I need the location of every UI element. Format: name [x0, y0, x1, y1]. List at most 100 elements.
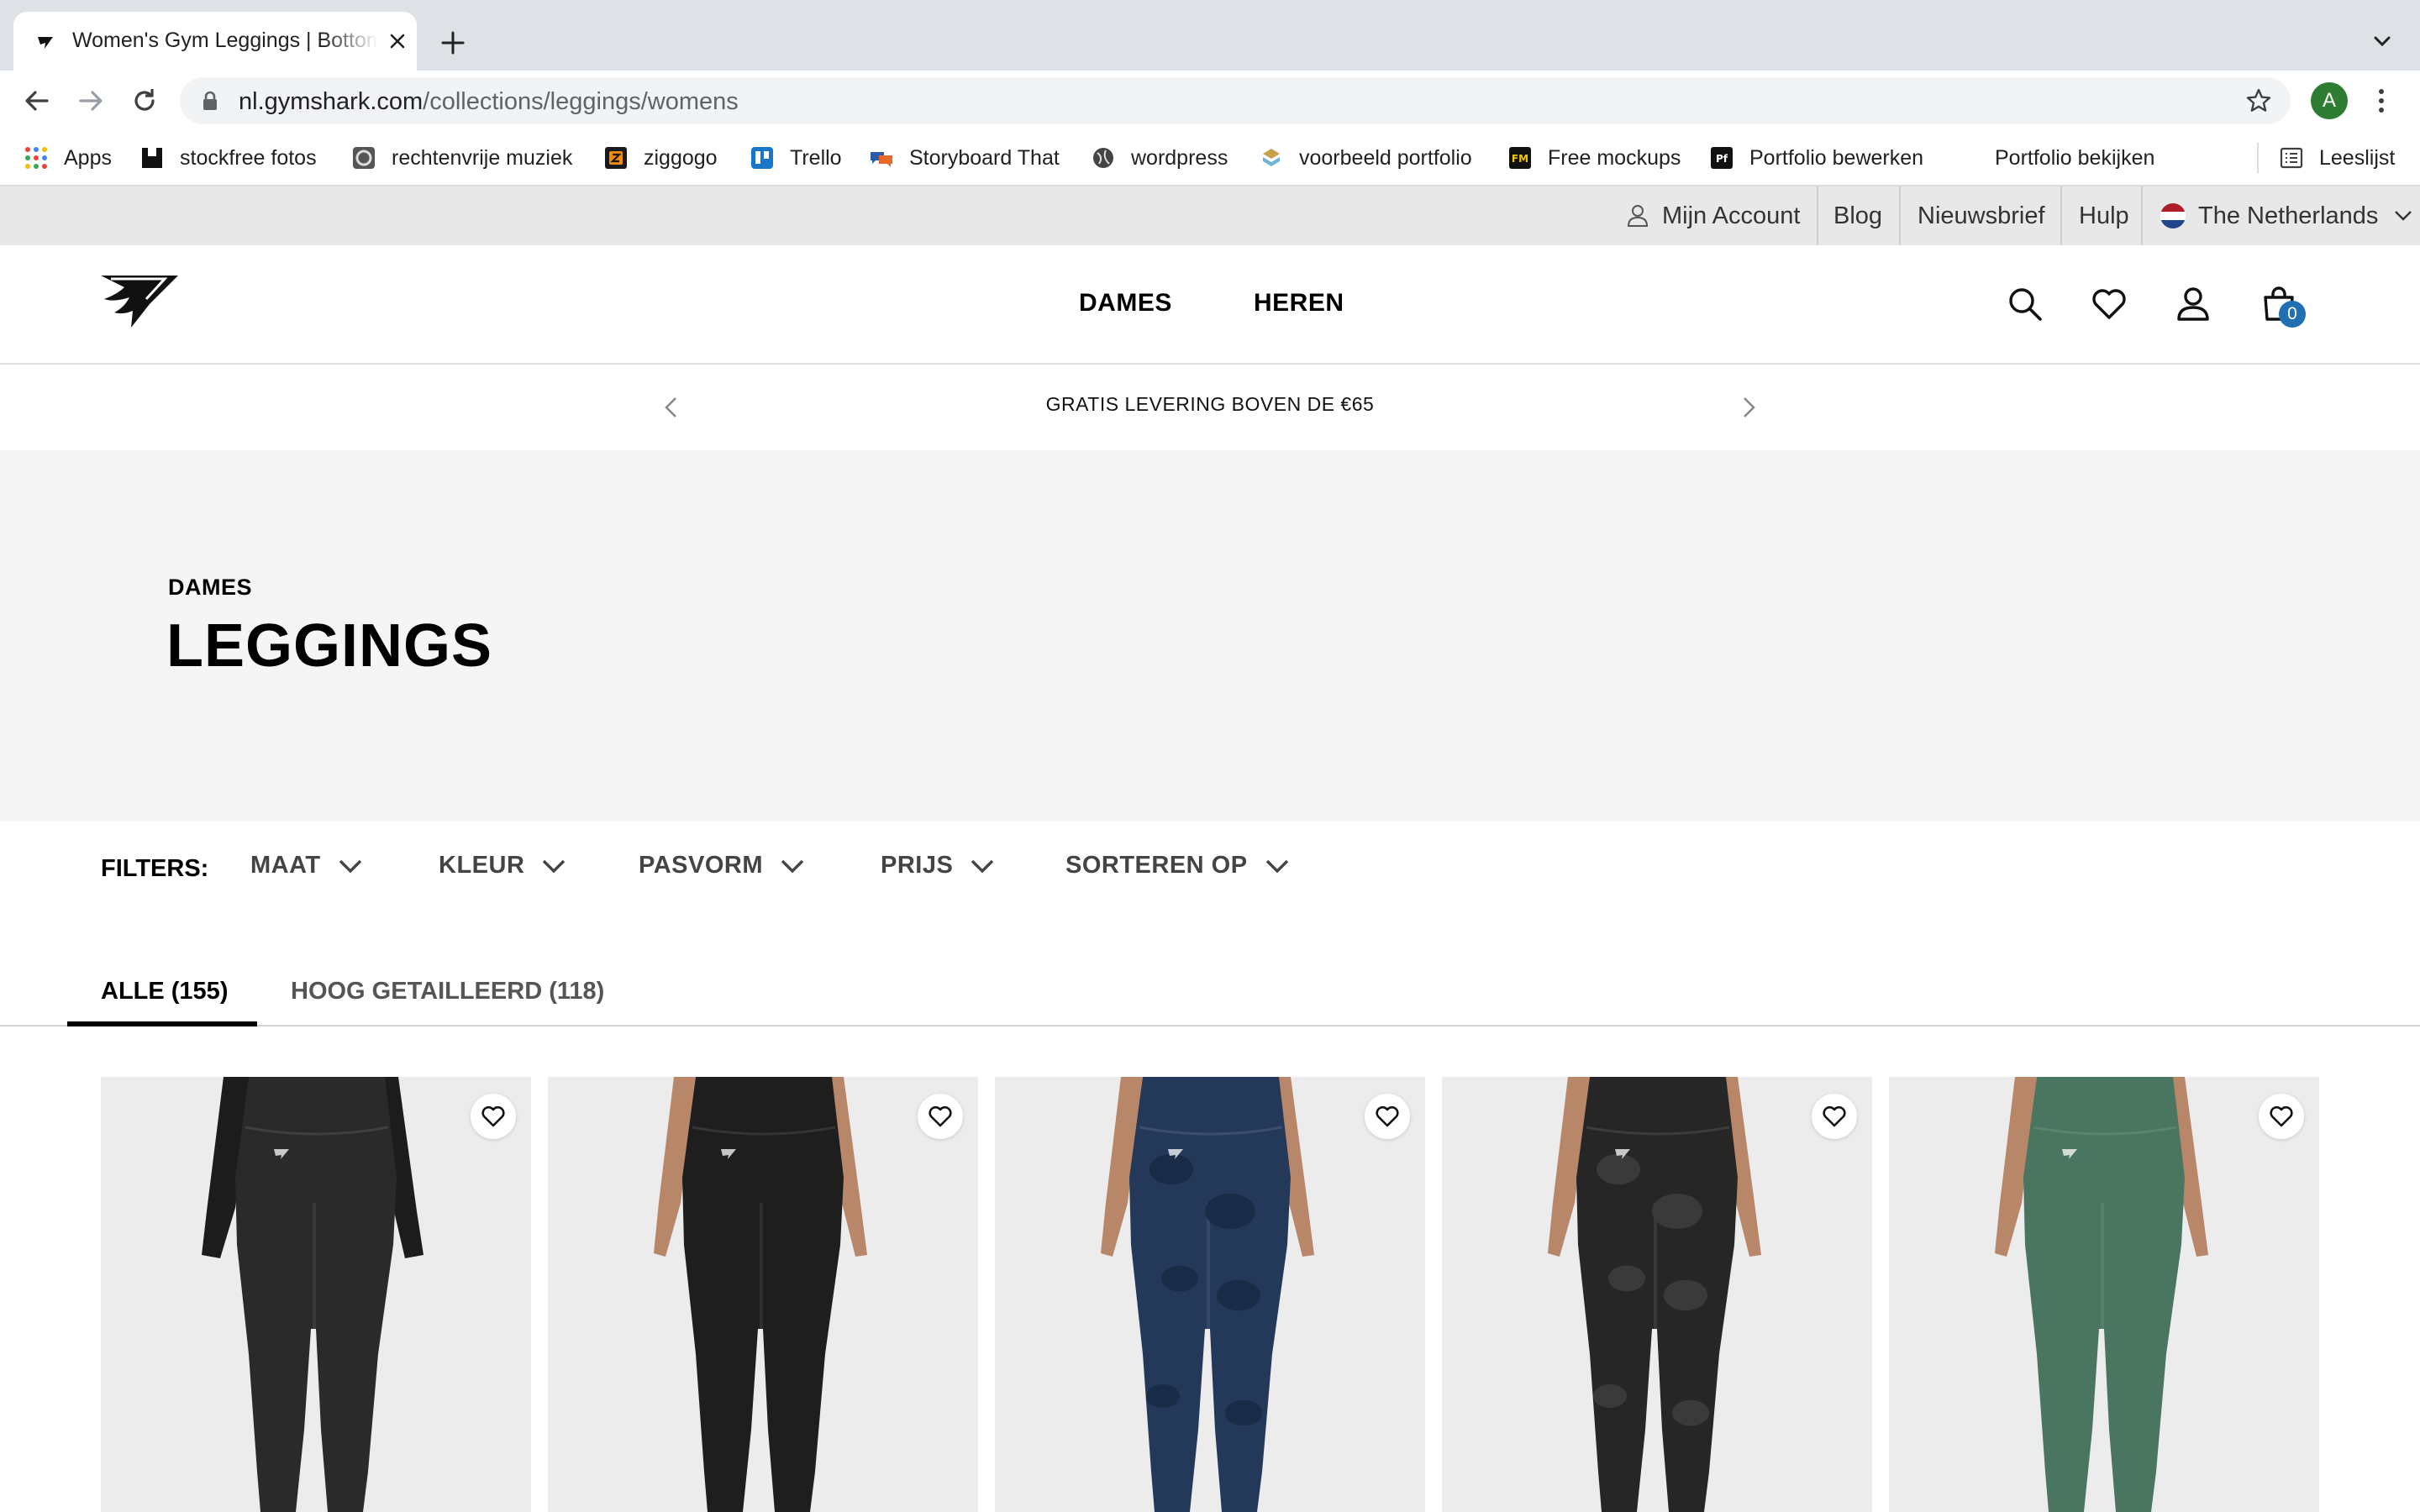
wishlist-button[interactable] — [471, 1094, 516, 1139]
chevron-down-icon — [1265, 859, 1288, 873]
wishlist-heart-icon[interactable] — [2091, 286, 2128, 323]
filter-maat[interactable]: MAAT — [250, 852, 363, 879]
site-header: DAMES HEREN 0 — [0, 245, 2420, 365]
cart-count-badge: 0 — [2279, 301, 2306, 328]
utility-separator — [1899, 186, 1901, 245]
ziggo-icon — [605, 147, 627, 169]
browser-tab-strip: Women's Gym Leggings | Bottoms | Gymshar… — [0, 0, 2420, 71]
bookmark-portfolio-bekijken[interactable]: Portfolio bekijken — [1995, 143, 2154, 173]
utility-separator — [1817, 186, 1818, 245]
product-image[interactable] — [548, 1077, 978, 1512]
pf-icon: Pf — [1711, 147, 1733, 169]
bookmark-stockfree-fotos[interactable]: stockfree fotos — [139, 143, 317, 173]
chevron-down-icon — [971, 859, 994, 873]
newsletter-link[interactable]: Nieuwsbrief — [1918, 186, 2045, 245]
filter-pasvorm[interactable]: PASVORM — [639, 852, 805, 879]
bookmark-storyboard-that[interactable]: Storyboard That — [869, 143, 1060, 173]
promo-text: GRATIS LEVERING BOVEN DE €65 — [1045, 393, 1375, 415]
fm-icon: FM — [1509, 147, 1531, 169]
chevron-down-icon[interactable] — [2368, 27, 2396, 55]
globe-icon — [1093, 148, 1113, 168]
back-arrow-icon[interactable] — [20, 84, 54, 118]
tab-alle[interactable]: ALLE (155) — [101, 978, 228, 1005]
camo-patch — [1217, 1279, 1260, 1311]
netherlands-flag-icon — [2160, 203, 2186, 228]
apps-grid-icon — [25, 147, 47, 169]
utility-separator — [2060, 186, 2062, 245]
camo-patch — [1652, 1194, 1702, 1229]
tab-title: Women's Gym Leggings | Bottoms | Gymshar… — [72, 29, 378, 52]
forward-arrow-icon[interactable] — [74, 84, 108, 118]
wishlist-button[interactable] — [2259, 1094, 2304, 1139]
portfolio-icon — [1263, 149, 1280, 166]
wishlist-button[interactable] — [1812, 1094, 1857, 1139]
profile-avatar[interactable]: A — [2311, 82, 2348, 119]
blog-link[interactable]: Blog — [1833, 186, 1882, 245]
product-card[interactable] — [548, 1077, 978, 1512]
product-image[interactable] — [101, 1077, 531, 1512]
new-tab-icon[interactable] — [434, 24, 472, 62]
tab-hoog-getailleerd[interactable]: HOOG GETAILLEERD (118) — [291, 978, 604, 1005]
product-card[interactable] — [1889, 1077, 2319, 1512]
heart-icon — [2270, 1105, 2293, 1127]
camo-patch — [1205, 1194, 1255, 1229]
wishlist-button[interactable] — [1365, 1094, 1410, 1139]
result-tabs: ALLE (155) HOOG GETAILLEERD (118) — [0, 949, 2420, 1026]
chevron-right-icon[interactable] — [1733, 391, 1765, 423]
utility-bar: Mijn Account Blog Nieuwsbrief Hulp The N… — [0, 186, 2420, 245]
bookmark-rechtenvrije-muziek[interactable]: rechtenvrije muziek — [351, 143, 572, 173]
user-outline-icon — [1627, 205, 1649, 227]
bookmark-apps[interactable]: Apps — [24, 143, 112, 173]
chevron-down-icon — [2395, 211, 2412, 221]
page-title: LEGGINGS — [166, 612, 493, 680]
camo-patch — [1664, 1279, 1707, 1311]
heart-icon — [481, 1105, 505, 1127]
product-image[interactable] — [995, 1077, 1425, 1512]
promo-banner: GRATIS LEVERING BOVEN DE €65 — [0, 365, 2420, 450]
bookmark-free-mockups[interactable]: FM Free mockups — [1507, 143, 1681, 173]
trello-icon — [751, 147, 773, 169]
gymshark-logo-icon[interactable] — [99, 269, 180, 329]
collection-hero: DAMES LEGGINGS — [0, 450, 2420, 822]
product-image[interactable] — [1442, 1077, 1872, 1512]
chevron-down-icon — [781, 859, 804, 873]
browser-toolbar: nl.gymshark.com/collections/leggings/wom… — [0, 71, 2420, 131]
bookmark-star-icon[interactable] — [2245, 87, 2272, 114]
bookmark-wordpress[interactable]: wordpress — [1091, 143, 1228, 173]
heart-icon — [1376, 1105, 1399, 1127]
product-card[interactable] — [101, 1077, 531, 1512]
camo-patch — [1146, 1384, 1180, 1408]
filter-prijs[interactable]: PRIJS — [881, 852, 995, 879]
country-selector[interactable]: The Netherlands — [2160, 186, 2413, 245]
reload-icon[interactable] — [128, 84, 161, 118]
bookmark-ziggogo[interactable]: ziggogo — [603, 143, 718, 173]
url-text[interactable]: nl.gymshark.com/collections/leggings/wom… — [239, 88, 739, 116]
search-icon[interactable] — [2007, 286, 2044, 323]
wishlist-button[interactable] — [918, 1094, 963, 1139]
my-account-link[interactable]: Mijn Account — [1625, 186, 1800, 245]
collection-eyebrow: DAMES — [168, 575, 253, 600]
nav-heren[interactable]: HEREN — [1254, 289, 1344, 318]
browser-tab-active[interactable]: Women's Gym Leggings | Bottoms | Gymshar… — [13, 12, 417, 71]
help-link[interactable]: Hulp — [2079, 186, 2129, 245]
lock-icon[interactable] — [202, 91, 218, 111]
camo-patch — [1150, 1153, 1193, 1185]
more-menu-icon[interactable] — [2371, 86, 2391, 116]
account-icon[interactable] — [2175, 286, 2212, 323]
filter-kleur[interactable]: KLEUR — [439, 852, 566, 879]
svg-text:Pf: Pf — [1716, 153, 1728, 165]
address-bar[interactable]: nl.gymshark.com/collections/leggings/wom… — [180, 77, 2291, 124]
camo-patch — [1608, 1265, 1645, 1292]
product-card[interactable] — [1442, 1077, 1872, 1512]
nav-dames[interactable]: DAMES — [1079, 289, 1172, 318]
bookmark-trello[interactable]: Trello — [750, 143, 842, 173]
bookmark-portfolio-bewerken[interactable]: Pf Portfolio bewerken — [1709, 143, 1923, 173]
product-card[interactable] — [995, 1077, 1425, 1512]
svg-text:FM: FM — [1512, 153, 1528, 165]
music-icon — [353, 147, 375, 169]
product-image[interactable] — [1889, 1077, 2319, 1512]
bookmark-voorbeeld-portfolio[interactable]: voorbeeld portfolio — [1259, 143, 1472, 173]
filter-sorteren-op[interactable]: SORTEREN OP — [1065, 852, 1290, 879]
close-icon[interactable] — [387, 30, 408, 52]
reading-list-button[interactable]: Leeslijst — [2279, 143, 2395, 173]
